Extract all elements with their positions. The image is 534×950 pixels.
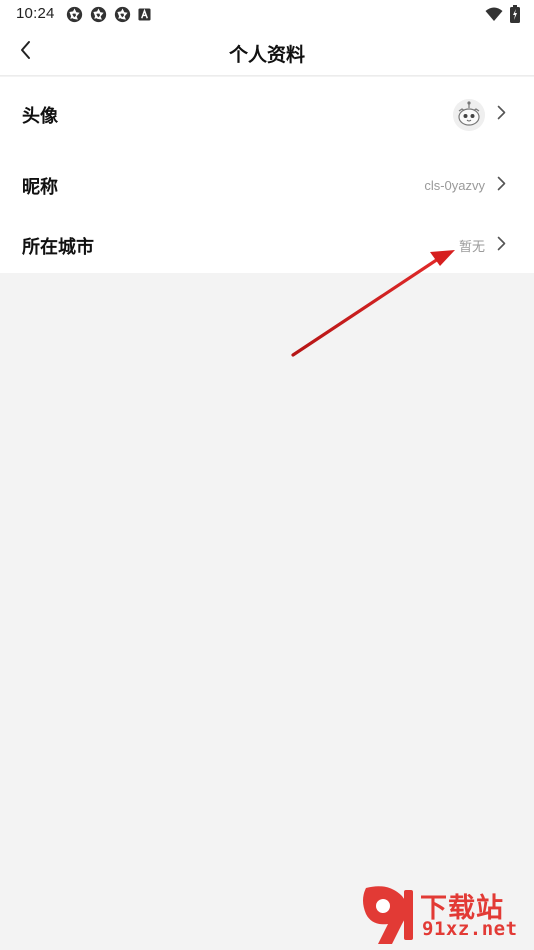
shutter-icon xyxy=(90,6,107,23)
chevron-right-icon xyxy=(497,236,506,256)
shutter-icon xyxy=(66,6,83,23)
city-row[interactable]: 所在城市 暂无 xyxy=(0,218,534,273)
status-icons-right xyxy=(485,5,520,28)
battery-charging-icon xyxy=(510,5,520,28)
watermark-domain: 91xz.net xyxy=(422,918,518,940)
city-value: 暂无 xyxy=(458,239,485,254)
wifi-icon xyxy=(485,7,503,27)
font-a-icon xyxy=(138,8,151,21)
watermark: 下载站 91xz.net xyxy=(358,882,530,948)
nickname-row[interactable]: 昵称 cls-0yazvy xyxy=(0,153,534,218)
row-label: 所在城市 xyxy=(22,236,94,257)
nav-bar: 个人资料 xyxy=(0,28,534,76)
profile-settings-list: 头像 昵称 cls-0yazvy 所在城市 暂无 xyxy=(0,77,534,273)
status-bar: 10:24 xyxy=(0,0,534,28)
page-title: 个人资料 xyxy=(228,45,305,66)
nickname-value: cls-0yazvy xyxy=(424,178,485,193)
shutter-icon xyxy=(114,6,131,23)
chevron-right-icon xyxy=(497,176,506,196)
avatar[interactable] xyxy=(453,99,485,131)
watermark-logo-icon xyxy=(363,886,413,944)
avatar-row[interactable]: 头像 xyxy=(0,77,534,153)
chevron-right-icon xyxy=(497,105,506,125)
row-label: 昵称 xyxy=(22,176,58,197)
status-icons-left xyxy=(66,6,151,23)
status-time: 10:24 xyxy=(16,5,55,22)
row-label: 头像 xyxy=(22,106,58,126)
